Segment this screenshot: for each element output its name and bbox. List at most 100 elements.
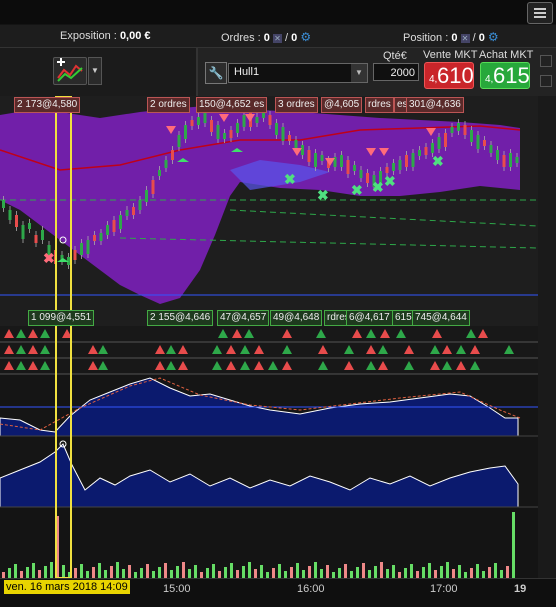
- signal-pane: [0, 326, 538, 374]
- trade-label[interactable]: 745@4,644: [412, 310, 470, 326]
- volume-bar: [350, 571, 353, 578]
- candle-body: [353, 165, 356, 171]
- volume-bar: [230, 563, 233, 578]
- candle-body: [21, 225, 25, 239]
- buy-market-label: Achat MKT: [479, 49, 534, 61]
- position-status: Position : 0 ✕ / 0 ⚙: [403, 30, 499, 44]
- volume-bar: [44, 566, 47, 578]
- sell-price: 610: [437, 63, 474, 88]
- add-indicator-icon: [57, 58, 83, 82]
- volume-bar: [254, 569, 257, 578]
- candle-body: [496, 150, 499, 160]
- candle-body: [366, 173, 369, 183]
- candle-body: [8, 210, 12, 220]
- candle-body: [171, 150, 174, 160]
- volume-bar: [446, 562, 449, 578]
- cursor-date-label: ven. 16 mars 2018 14:09: [4, 580, 130, 594]
- volume-bar: [416, 571, 419, 578]
- candle-body: [80, 243, 83, 255]
- volume-bar: [86, 571, 89, 578]
- volume-bar: [488, 567, 491, 578]
- volume-bar: [482, 571, 485, 578]
- menu-button[interactable]: [527, 2, 553, 24]
- volume-bar: [302, 570, 305, 578]
- candle-body: [340, 155, 343, 167]
- volume-bar: [176, 566, 179, 578]
- volume-bar: [92, 567, 95, 578]
- candle-body: [483, 140, 486, 146]
- volume-bar: [422, 567, 425, 578]
- volume-bar: [458, 565, 461, 578]
- trade-label[interactable]: 2 173@4,580: [14, 97, 81, 113]
- trade-label[interactable]: 6@4,617: [346, 310, 393, 326]
- candle-body: [216, 125, 220, 139]
- trade-label[interactable]: 150@4,652 es: [196, 97, 268, 113]
- trade-label[interactable]: rdres: [365, 97, 394, 113]
- trade-label[interactable]: 2 ordres: [147, 97, 190, 113]
- trade-label[interactable]: 47@4,657: [217, 310, 270, 326]
- panel-option-checkbox[interactable]: [540, 75, 552, 87]
- volume-bar: [356, 567, 359, 578]
- time-tick-last: 19: [514, 583, 527, 595]
- chevron-down-icon[interactable]: ▼: [351, 64, 367, 82]
- svg-text:✖: ✖: [351, 182, 363, 198]
- volume-bar: [128, 565, 131, 578]
- position-value: 0: [451, 32, 458, 44]
- buy-price: 615: [493, 63, 530, 88]
- volume-bar: [116, 562, 119, 578]
- volume-bar: [506, 566, 509, 578]
- strategy-select[interactable]: Hull1 ▼: [228, 63, 368, 83]
- candle-body: [509, 153, 512, 167]
- sell-market-button[interactable]: 4, 610: [424, 62, 474, 89]
- candle-body: [275, 123, 278, 135]
- volume-bar: [146, 564, 149, 578]
- candle-body: [392, 163, 395, 171]
- trade-label[interactable]: @4,605: [321, 97, 363, 113]
- volume-bar: [194, 565, 197, 578]
- candle-body: [112, 220, 116, 232]
- volume-bar: [308, 566, 311, 578]
- position-value-secondary: 0: [478, 32, 485, 44]
- trade-label[interactable]: 3 ordres: [275, 97, 318, 113]
- trade-label[interactable]: 1 099@4,551: [28, 310, 95, 326]
- candle-body: [320, 155, 324, 161]
- volume-bar: [320, 569, 323, 578]
- candle-body: [359, 170, 363, 178]
- close-position-icon[interactable]: ✕: [460, 33, 470, 43]
- candle-body: [515, 157, 519, 163]
- strategy-value: Hull1: [234, 66, 260, 78]
- volume-bar: [14, 564, 17, 578]
- candle-body: [15, 215, 18, 227]
- trade-label[interactable]: 49@4,648: [270, 310, 323, 326]
- orders-settings-icon[interactable]: ⚙: [300, 30, 311, 44]
- trade-label[interactable]: 2 155@4,646: [147, 310, 214, 326]
- volume-bar: [140, 568, 143, 578]
- buy-market-button[interactable]: 4, 615: [480, 62, 530, 89]
- position-settings-icon[interactable]: ⚙: [488, 30, 499, 44]
- candle-body: [255, 117, 259, 123]
- svg-text:✖: ✖: [317, 187, 329, 203]
- quantity-input[interactable]: 2000: [373, 63, 419, 81]
- status-bar: Exposition : 0,00 € Ordres : 0 ✕ / 0 ⚙ P…: [0, 25, 556, 48]
- volume-bar: [20, 571, 23, 578]
- panel-option-checkbox[interactable]: [540, 55, 552, 67]
- add-indicator-button[interactable]: [53, 57, 87, 85]
- candle-body: [411, 153, 415, 167]
- indicator-dropdown-button[interactable]: ▼: [88, 57, 102, 85]
- volume-bar: [218, 571, 221, 578]
- volume-bar: [98, 563, 101, 578]
- time-tick: 15:00: [163, 583, 191, 595]
- candle-body: [184, 125, 187, 139]
- candle-body: [489, 145, 493, 153]
- right-scale: [538, 96, 556, 578]
- volume-bar: [8, 568, 11, 578]
- price-chart[interactable]: ✖✖ ✖ ✖ ✖✖ ✖: [0, 96, 556, 606]
- exposition-value: 0,00 €: [119, 30, 151, 42]
- volume-bar: [122, 569, 125, 578]
- exposition-label: Exposition :: [60, 30, 117, 42]
- wrench-icon[interactable]: 🔧: [205, 62, 227, 84]
- candle-body: [307, 150, 311, 162]
- cancel-orders-icon[interactable]: ✕: [272, 33, 282, 43]
- volume-bar: [392, 565, 395, 578]
- trade-label[interactable]: 301@4,636: [406, 97, 464, 113]
